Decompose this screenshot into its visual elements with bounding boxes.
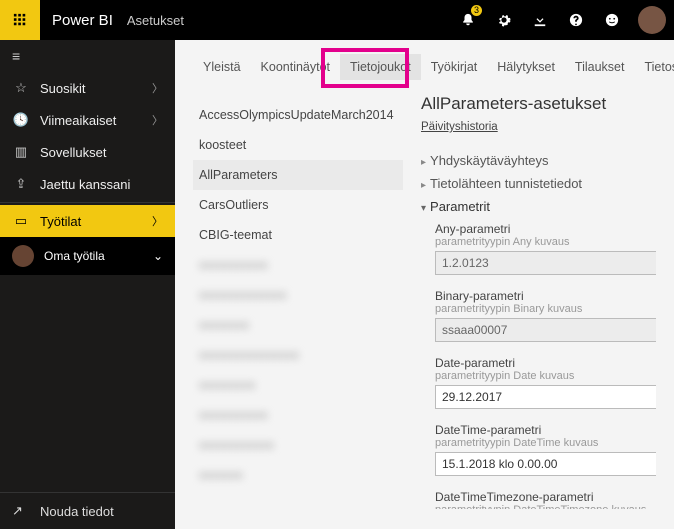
- chevron-right-icon: 〉: [152, 80, 163, 96]
- tab-subscriptions[interactable]: Tilaukset: [565, 54, 635, 80]
- sidebar-item-recent[interactable]: 🕓 Viimeaikaiset 〉: [0, 104, 175, 136]
- sidebar-item-label: Työtilat: [40, 214, 152, 229]
- param-input-datetime[interactable]: [435, 452, 656, 476]
- param-desc: parametrityypin Any kuvaus: [435, 236, 656, 248]
- param-label: Date-parametri: [435, 356, 656, 370]
- hamburger-button[interactable]: ≡: [0, 40, 175, 72]
- user-avatar[interactable]: [638, 6, 666, 34]
- param-label: DateTimeTimezone-parametri: [435, 490, 656, 504]
- param-input-date[interactable]: [435, 385, 656, 409]
- param-label: Binary-parametri: [435, 289, 656, 303]
- dataset-item-redacted: xxxxxxxxxxxxxxxx: [193, 340, 403, 370]
- dataset-item-redacted: xxxxxxx: [193, 460, 403, 490]
- sidebar-get-data[interactable]: ↗ Nouda tiedot: [0, 492, 175, 529]
- workspace-avatar: [12, 245, 34, 267]
- sidebar-item-label: Nouda tiedot: [40, 504, 114, 519]
- sidebar-item-label: Jaettu kanssani: [40, 177, 163, 192]
- tabs-row: Yleistä Koontinäytöt Tietojoukot Työkirj…: [175, 40, 674, 86]
- dataset-item-redacted: xxxxxxxx: [193, 310, 403, 340]
- param-input-binary[interactable]: [435, 318, 656, 342]
- get-data-icon: ↗: [12, 503, 30, 519]
- param-desc: parametrityypin Date kuvaus: [435, 370, 656, 382]
- apps-icon: ▥: [12, 144, 30, 160]
- tab-datasets[interactable]: Tietojoukot: [340, 54, 421, 80]
- param-block: Binary-parametri parametrityypin Binary …: [435, 289, 656, 342]
- panel-title: AllParameters-asetukset: [421, 94, 656, 114]
- param-block: DateTime-parametri parametrityypin DateT…: [435, 423, 656, 476]
- dataset-item-redacted: xxxxxxxxxxx: [193, 250, 403, 280]
- param-label: DateTime-parametri: [435, 423, 656, 437]
- sidebar-item-workspaces[interactable]: ▭ Työtilat 〉: [0, 205, 175, 237]
- sidebar-item-label: Suosikit: [40, 81, 152, 96]
- sidebar-item-label: Sovellukset: [40, 145, 163, 160]
- share-icon: ⇪: [12, 176, 30, 192]
- param-input-any[interactable]: [435, 251, 656, 275]
- dataset-item[interactable]: CarsOutliers: [193, 190, 403, 220]
- tab-dataflows[interactable]: Tietosarjat: [634, 54, 674, 80]
- param-block: DateTimeTimezone-parametri parametrityyp…: [435, 490, 656, 509]
- sidebar-item-label: Viimeaikaiset: [40, 113, 152, 128]
- sidebar-item-label: Oma työtila: [44, 249, 153, 263]
- settings-button[interactable]: [486, 0, 522, 40]
- param-block: Any-parametri parametrityypin Any kuvaus: [435, 222, 656, 275]
- brand-label: Power BI: [52, 12, 113, 29]
- main-area: Yleistä Koontinäytöt Tietojoukot Työkirj…: [175, 40, 674, 529]
- sidebar: ≡ ☆ Suosikit 〉 🕓 Viimeaikaiset 〉 ▥ Sovel…: [0, 40, 175, 529]
- section-gateway[interactable]: Yhdyskäytäväyhteys: [421, 153, 656, 168]
- notification-badge: 3: [471, 5, 482, 16]
- param-block: Date-parametri parametrityypin Date kuva…: [435, 356, 656, 409]
- page-subtitle: Asetukset: [127, 13, 184, 28]
- notifications-button[interactable]: 3: [450, 0, 486, 40]
- section-credentials[interactable]: Tietolähteen tunnistetiedot: [421, 176, 656, 191]
- sidebar-item-my-workspace[interactable]: Oma työtila ⌄: [0, 237, 175, 275]
- tab-general[interactable]: Yleistä: [193, 54, 251, 80]
- dataset-item[interactable]: AccessOlympicsUpdateMarch2014: [193, 100, 403, 130]
- dataset-list: AccessOlympicsUpdateMarch2014 koosteet A…: [193, 86, 403, 509]
- dataset-item[interactable]: koosteet: [193, 130, 403, 160]
- help-button[interactable]: [558, 0, 594, 40]
- chevron-down-icon: ⌄: [153, 249, 163, 263]
- app-launcher[interactable]: [0, 0, 40, 40]
- sidebar-item-favorites[interactable]: ☆ Suosikit 〉: [0, 72, 175, 104]
- section-parameters[interactable]: Parametrit: [421, 199, 656, 214]
- tab-alerts[interactable]: Hälytykset: [487, 54, 565, 80]
- dataset-item-redacted: xxxxxxxxxxxxxx: [193, 280, 403, 310]
- dataset-item[interactable]: CBIG-teemat: [193, 220, 403, 250]
- dataset-item-redacted: xxxxxxxxxxxx: [193, 430, 403, 460]
- dataset-item-redacted: xxxxxxxxx: [193, 370, 403, 400]
- top-bar: Power BI Asetukset 3: [0, 0, 674, 40]
- refresh-history-link[interactable]: Päivityshistoria: [421, 121, 498, 133]
- param-desc: parametrityypin DateTimeTimezone kuvaus: [435, 504, 656, 509]
- sidebar-item-apps[interactable]: ▥ Sovellukset: [0, 136, 175, 168]
- chevron-right-icon: 〉: [152, 213, 163, 229]
- param-desc: parametrityypin Binary kuvaus: [435, 303, 656, 315]
- param-label: Any-parametri: [435, 222, 656, 236]
- chevron-right-icon: 〉: [152, 112, 163, 128]
- clock-icon: 🕓: [12, 112, 30, 128]
- settings-panel: AllParameters-asetukset Päivityshistoria…: [403, 86, 656, 509]
- tab-dashboards[interactable]: Koontinäytöt: [251, 54, 341, 80]
- star-icon: ☆: [12, 80, 30, 96]
- sidebar-item-shared[interactable]: ⇪ Jaettu kanssani: [0, 168, 175, 200]
- dataset-item-redacted: xxxxxxxxxxx: [193, 400, 403, 430]
- workspace-icon: ▭: [12, 213, 30, 229]
- dataset-item-selected[interactable]: AllParameters: [193, 160, 403, 190]
- tab-workbooks[interactable]: Työkirjat: [421, 54, 488, 80]
- feedback-button[interactable]: [594, 0, 630, 40]
- param-desc: parametrityypin DateTime kuvaus: [435, 437, 656, 449]
- download-button[interactable]: [522, 0, 558, 40]
